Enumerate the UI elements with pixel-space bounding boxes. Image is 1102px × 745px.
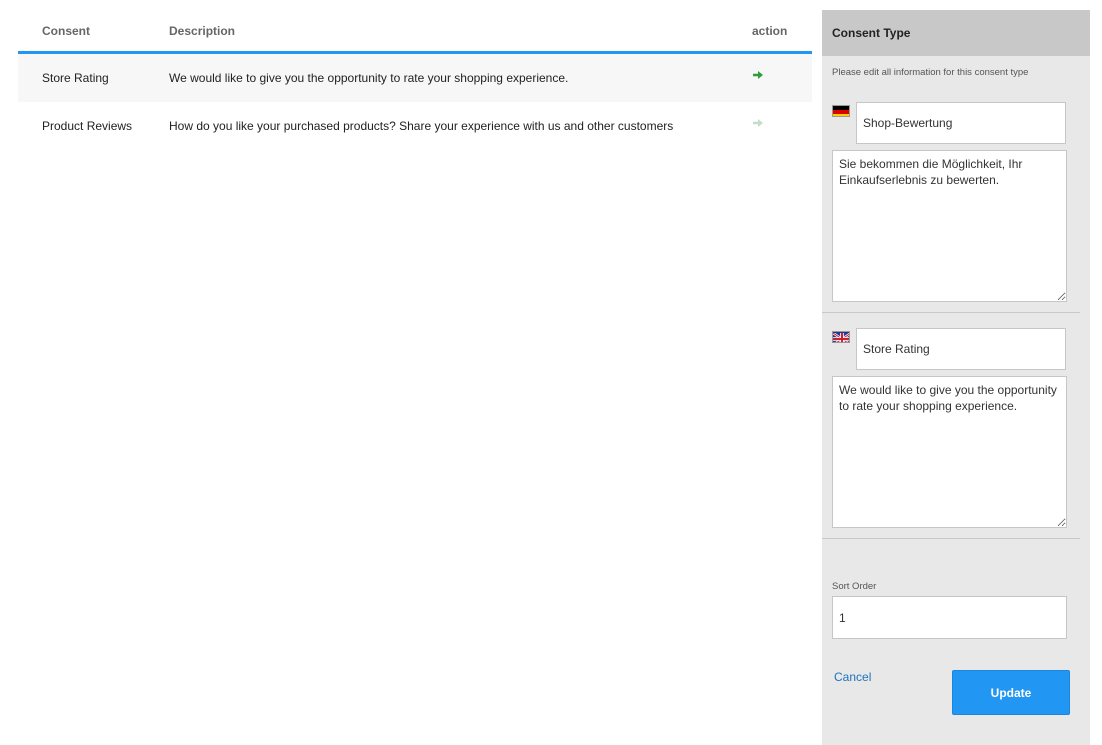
sort-order-input[interactable] xyxy=(832,596,1067,639)
cancel-button[interactable]: Cancel xyxy=(834,670,871,684)
panel-title: Consent Type xyxy=(822,10,1090,56)
german-description-textarea[interactable]: Sie bekommen die Möglichkeit, Ihr Einkau… xyxy=(832,150,1067,302)
column-header-action: action xyxy=(752,24,788,38)
table-row[interactable]: Product Reviews How do you like your pur… xyxy=(18,102,812,150)
consent-type-panel: Consent Type Please edit all information… xyxy=(822,10,1090,745)
table-header: Consent Description action xyxy=(18,10,812,54)
section-divider xyxy=(822,312,1080,313)
row-description: We would like to give you the opportunit… xyxy=(169,71,569,85)
row-consent-name: Store Rating xyxy=(42,71,109,85)
uk-flag-icon xyxy=(832,331,850,343)
column-header-description: Description xyxy=(169,24,236,38)
arrow-right-icon[interactable] xyxy=(752,117,766,133)
table-row[interactable]: Store Rating We would like to give you t… xyxy=(18,54,812,102)
english-description-textarea[interactable]: We would like to give you the opportunit… xyxy=(832,376,1067,528)
german-title-input[interactable] xyxy=(856,102,1066,144)
panel-subtitle: Please edit all information for this con… xyxy=(832,67,1029,78)
column-header-consent: Consent xyxy=(42,24,90,38)
update-button[interactable]: Update xyxy=(952,670,1070,715)
sort-order-label: Sort Order xyxy=(832,581,877,592)
row-description: How do you like your purchased products?… xyxy=(169,119,674,133)
arrow-right-icon[interactable] xyxy=(752,69,766,85)
german-flag-icon xyxy=(832,105,850,117)
english-title-input[interactable] xyxy=(856,328,1066,370)
consent-table: Consent Description action Store Rating … xyxy=(18,10,812,150)
row-consent-name: Product Reviews xyxy=(42,119,133,133)
section-divider xyxy=(822,538,1080,539)
